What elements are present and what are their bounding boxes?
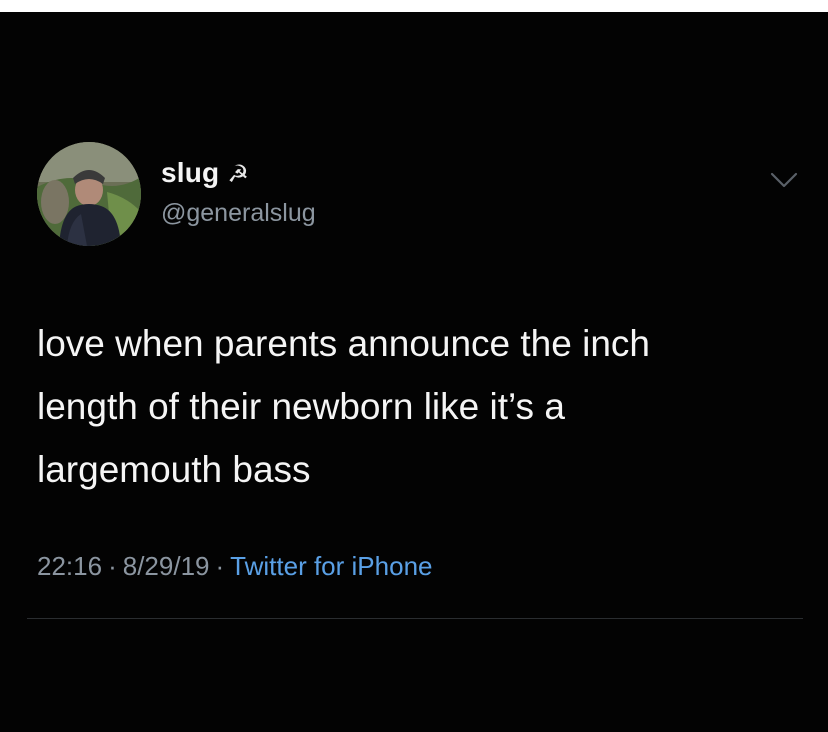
meta-separator: · [108,551,117,581]
tweet-text: love when parents announce the inch leng… [37,312,797,501]
tweet-text-line: love when parents announce the inch [37,323,650,364]
chevron-down-icon[interactable] [768,168,800,192]
avatar[interactable] [37,142,141,246]
tweet-card: slug ☭ @generalslug love when parents ann… [0,12,828,732]
tweet-date[interactable]: 8/29/19 [123,551,210,581]
tweet-text-line: largemouth bass [37,449,311,490]
tweet-time[interactable]: 22:16 [37,551,102,581]
display-name-text: slug [161,157,220,188]
divider [27,618,803,619]
display-name[interactable]: slug ☭ [161,157,249,189]
user-handle[interactable]: @generalslug [161,199,316,228]
meta-separator: · [215,551,225,581]
tweet-source-link[interactable]: Twitter for iPhone [230,551,432,581]
avatar-photo [37,142,141,246]
tweet-text-line: length of their newborn like it’s a [37,386,565,427]
hammer-sickle-icon: ☭ [227,161,250,188]
tweet-meta: 22:16 · 8/29/19 · Twitter for iPhone [37,551,432,582]
